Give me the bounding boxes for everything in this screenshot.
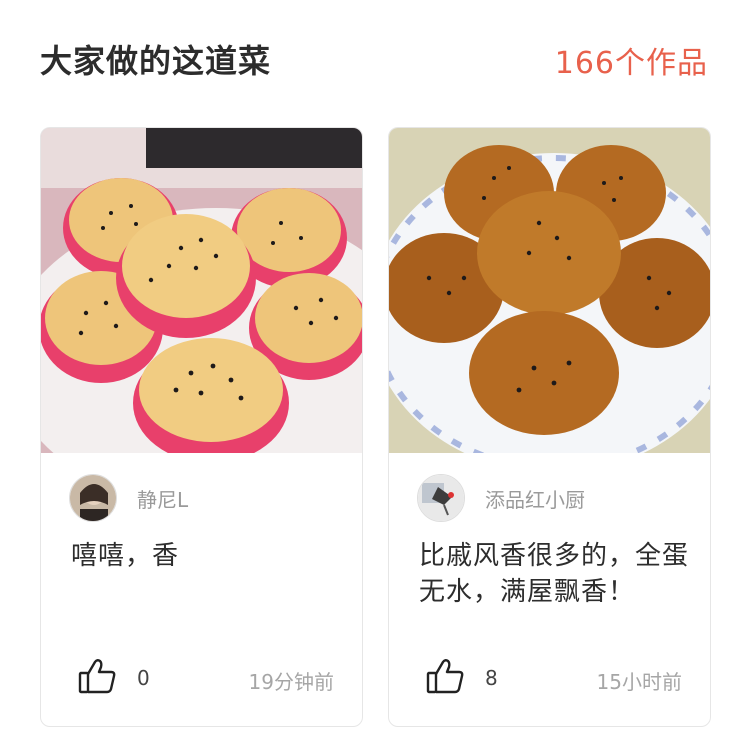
post-time: 19分钟前 xyxy=(248,670,334,694)
author-name[interactable]: 静尼L xyxy=(137,484,188,513)
author-info[interactable]: 添品红小厨 xyxy=(417,473,585,523)
like-count: 0 xyxy=(137,666,150,690)
comment-text: 比戚风香很多的，全蛋无水，满屋飘香！ xyxy=(419,541,690,607)
dish-card[interactable]: 添品红小厨 比戚风香很多的，全蛋无水，满屋飘香！ 8 15小时前 xyxy=(388,127,711,727)
author-name[interactable]: 添品红小厨 xyxy=(485,484,585,513)
dish-card[interactable]: 静尼L 嘻嘻，香 0 19分钟前 xyxy=(40,127,363,727)
post-time: 15小时前 xyxy=(596,670,682,694)
thumbs-up-icon[interactable] xyxy=(425,656,465,696)
card-footer: 0 19分钟前 xyxy=(41,656,362,700)
section-header: 大家做的这道菜 166个作品 xyxy=(0,0,730,120)
comment-text: 嘻嘻，香 xyxy=(71,541,180,571)
author-info[interactable]: 静尼L xyxy=(69,473,188,523)
author-avatar[interactable] xyxy=(417,474,465,522)
works-count-link[interactable]: 166个作品 xyxy=(555,38,708,82)
section-title: 大家做的这道菜 xyxy=(40,42,272,80)
card-footer: 8 15小时前 xyxy=(389,656,710,700)
author-avatar[interactable] xyxy=(69,474,117,522)
thumbs-up-icon[interactable] xyxy=(77,656,117,696)
dish-photo[interactable] xyxy=(389,128,710,453)
dish-photo[interactable] xyxy=(41,128,362,453)
like-count: 8 xyxy=(485,666,498,690)
